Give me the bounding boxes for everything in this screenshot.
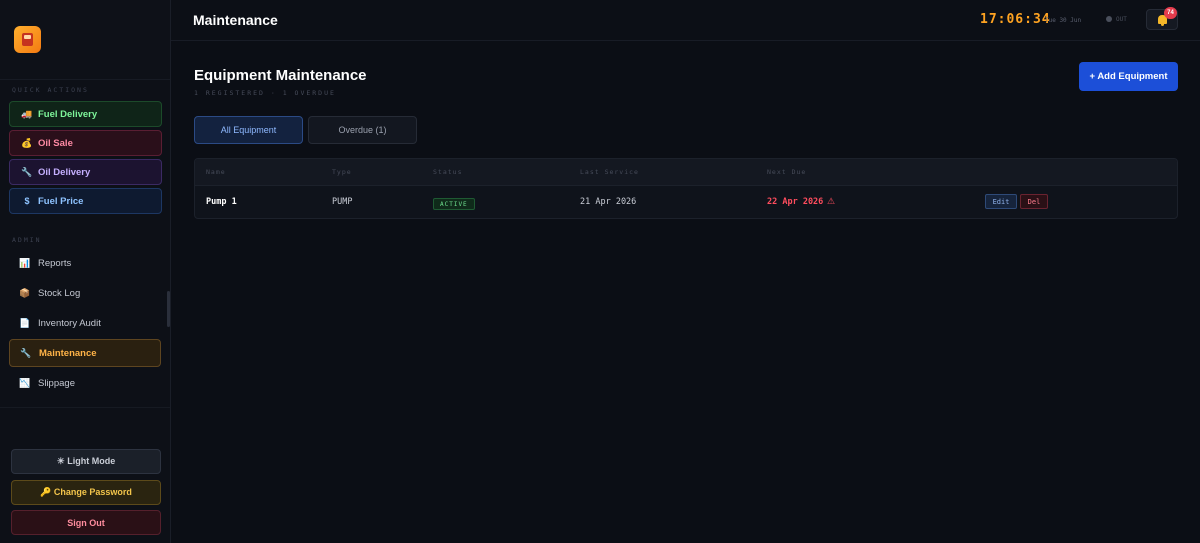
shift-status: OUT (1116, 16, 1127, 23)
last-service-date: 21 Apr 2026 (580, 197, 637, 207)
money-bag-icon: 💰 (21, 137, 33, 148)
sidebar-scrollbar[interactable] (167, 291, 170, 327)
sidebar-item-label: Inventory Audit (38, 317, 101, 329)
notification-badge: 74 (1164, 7, 1177, 19)
truck-icon: 🚚 (21, 108, 33, 119)
sidebar-item-slippage[interactable]: 📉 Slippage (9, 369, 161, 397)
table-header: Name Type Status Last Service Next Due (195, 159, 1177, 186)
column-header-last-service: Last Service (580, 168, 639, 176)
sidebar-item-label: Maintenance (39, 347, 97, 359)
change-password-button[interactable]: 🔑 Change Password (11, 480, 161, 505)
box-icon: 📦 (19, 287, 31, 298)
sidebar-item-stock-log[interactable]: 📦 Stock Log (9, 279, 161, 307)
oil-sale-label: Oil Sale (38, 137, 73, 149)
oil-sale-button[interactable]: 💰 Oil Sale (9, 130, 162, 156)
fuel-price-button[interactable]: $ Fuel Price (9, 188, 162, 214)
status-badge: ACTIVE (433, 198, 475, 210)
delete-button[interactable]: Del (1020, 194, 1048, 209)
app: QUICK ACTIONS 🚚 Fuel Delivery 💰 Oil Sale… (0, 0, 1200, 543)
oil-delivery-button[interactable]: 🔧 Oil Delivery (9, 159, 162, 185)
equipment-type: PUMP (332, 197, 353, 207)
bar-chart-icon: 📊 (19, 257, 31, 268)
fuel-delivery-label: Fuel Delivery (38, 108, 98, 120)
oil-delivery-label: Oil Delivery (38, 166, 91, 178)
page-title: Maintenance (193, 12, 278, 28)
logo-area (0, 0, 170, 80)
sidebar-item-maintenance[interactable]: 🔧 Maintenance (9, 339, 161, 367)
fuel-price-label: Fuel Price (38, 195, 84, 207)
sidebar-item-reports[interactable]: 📊 Reports (9, 249, 161, 277)
sidebar: QUICK ACTIONS 🚚 Fuel Delivery 💰 Oil Sale… (0, 0, 171, 543)
tab-overdue[interactable]: Overdue (1) (308, 116, 417, 144)
section-subtitle: 1 REGISTERED · 1 OVERDUE (194, 89, 336, 97)
fuel-pump-logo-icon[interactable] (14, 26, 41, 53)
admin-label: ADMIN (12, 236, 42, 244)
sign-out-button[interactable]: Sign Out (11, 510, 161, 535)
status-dot-icon (1106, 16, 1112, 22)
date-label: Tue 30 Jun (1045, 17, 1082, 24)
dollar-icon: $ (24, 196, 30, 206)
fuel-delivery-button[interactable]: 🚚 Fuel Delivery (9, 101, 162, 127)
section-title: Equipment Maintenance (194, 67, 367, 84)
wrench-icon: 🔧 (20, 347, 32, 358)
add-equipment-button[interactable]: + Add Equipment (1079, 62, 1178, 91)
wrench-icon: 🔧 (21, 166, 33, 177)
sidebar-item-label: Stock Log (38, 287, 81, 299)
tab-all-equipment[interactable]: All Equipment (194, 116, 303, 144)
table-row[interactable]: Pump 1 PUMP ACTIVE 21 Apr 2026 22 Apr 20… (195, 186, 1177, 218)
sidebar-item-label: Slippage (38, 377, 75, 389)
document-icon: 📄 (19, 317, 31, 328)
sidebar-item-label: Reports (38, 257, 72, 269)
edit-button[interactable]: Edit (985, 194, 1017, 209)
clock: 17:06:34 (980, 12, 1051, 27)
light-mode-button[interactable]: ☀ Light Mode (11, 449, 161, 474)
column-header-name: Name (206, 168, 226, 176)
sidebar-bottom: ☀ Light Mode 🔑 Change Password Sign Out (0, 407, 170, 543)
column-header-next-due: Next Due (767, 168, 807, 176)
top-header: Maintenance 17:06:34 Tue 30 Jun OUT 74 (171, 0, 1200, 41)
next-due-date: 22 Apr 2026 (767, 197, 824, 207)
equipment-name: Pump 1 (206, 197, 237, 207)
trend-down-icon: 📉 (19, 377, 31, 388)
column-header-status: Status (433, 168, 463, 176)
quick-actions-label: QUICK ACTIONS (12, 86, 89, 94)
equipment-table: Name Type Status Last Service Next Due P… (194, 158, 1178, 219)
column-header-type: Type (332, 168, 352, 176)
sidebar-item-inventory-audit[interactable]: 📄 Inventory Audit (9, 309, 161, 337)
warning-icon: ⚠ (827, 196, 836, 206)
